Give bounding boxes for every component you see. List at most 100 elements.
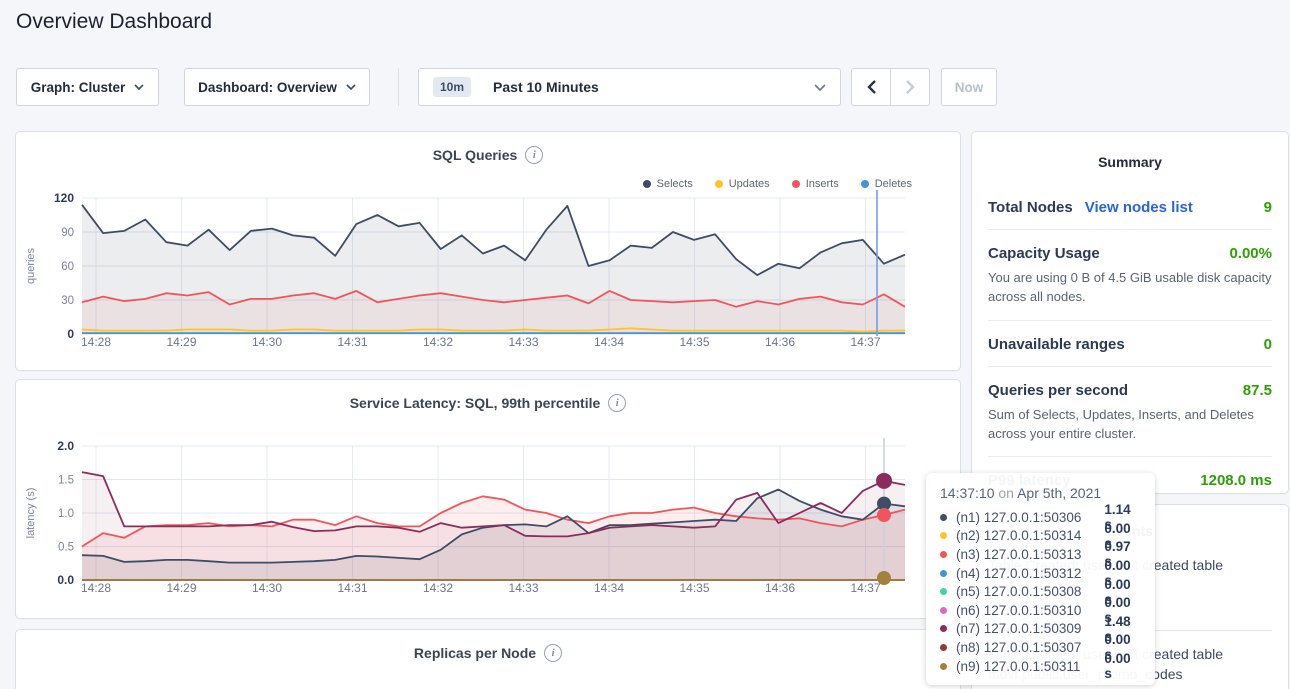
summary-title: Summary (988, 132, 1272, 170)
x-tick-label: 14:28 (81, 581, 111, 595)
graph-dropdown[interactable]: Graph: Cluster (16, 68, 159, 106)
x-tick-label: 14:29 (166, 335, 196, 349)
info-icon[interactable]: i (544, 644, 562, 662)
summary-row-total-nodes: Total Nodes View nodes list 9 (988, 184, 1272, 230)
y-axis-label: queries (25, 247, 37, 284)
service-latency-chart[interactable]: 0.00.51.01.52.014:2814:2914:3014:3114:32… (16, 430, 960, 606)
y-axis-label: latency (s) (25, 488, 37, 539)
x-tick-label: 14:33 (508, 581, 538, 595)
node-address: (n8) 127.0.0.1:50307 (956, 640, 1104, 655)
x-tick-label: 14:35 (679, 581, 709, 595)
node-address: (n5) 127.0.0.1:50308 (956, 584, 1104, 599)
p99-latency-value: 1208.0 ms (1200, 472, 1272, 489)
time-next-button[interactable] (890, 68, 930, 106)
hover-dot (877, 508, 891, 522)
x-tick-label: 14:34 (594, 335, 624, 349)
tooltip-timestamp: 14:37:10 on Apr 5th, 2021 (940, 485, 1141, 501)
hover-dot (876, 473, 892, 489)
chevron-right-icon (906, 80, 915, 94)
legend-dot (861, 180, 869, 188)
x-tick-label: 14:31 (337, 335, 367, 349)
y-tick-label: 1.5 (58, 475, 74, 487)
summary-panel: Summary Total Nodes View nodes list 9 Ca… (972, 132, 1288, 493)
y-tick-label: 2.0 (57, 439, 74, 453)
chevron-down-icon (814, 84, 826, 91)
legend-dot (643, 180, 651, 188)
service-latency-title: Service Latency: SQL, 99th percentile (350, 395, 601, 411)
x-tick-label: 14:30 (252, 581, 282, 595)
time-range-selector[interactable]: 10m Past 10 Minutes (418, 68, 841, 106)
sql-queries-chart[interactable]: 030609012014:2814:2914:3014:3114:3214:33… (16, 188, 960, 360)
time-prev-button[interactable] (851, 68, 891, 106)
node-address: (n1) 127.0.0.1:50306 (956, 510, 1104, 525)
series-dot (940, 625, 947, 632)
view-nodes-list-link[interactable]: View nodes list (1085, 199, 1193, 216)
node-address: (n7) 127.0.0.1:50309 (956, 621, 1104, 636)
series-dot (940, 663, 947, 670)
dashboard-dropdown[interactable]: Dashboard: Overview (184, 68, 370, 106)
info-icon[interactable]: i (608, 394, 626, 412)
y-tick-label: 120 (54, 191, 74, 205)
chevron-down-icon (346, 84, 356, 90)
y-tick-label: 30 (61, 295, 74, 307)
chevron-down-icon (134, 84, 144, 90)
node-address: (n2) 127.0.0.1:50314 (956, 528, 1104, 543)
x-tick-label: 14:28 (81, 335, 111, 349)
series-dot (940, 551, 947, 558)
node-address: (n4) 127.0.0.1:50312 (956, 566, 1104, 581)
x-tick-label: 14:37 (850, 581, 880, 595)
legend-dot (792, 180, 800, 188)
series-dot (940, 514, 947, 521)
series-dot (940, 644, 947, 651)
y-tick-label: 60 (61, 261, 74, 273)
qps-value: 87.5 (1243, 382, 1272, 399)
chart-hover-tooltip: 14:37:10 on Apr 5th, 2021 (n1) 127.0.0.1… (926, 473, 1155, 685)
qps-label: Queries per second (988, 382, 1128, 399)
x-tick-label: 14:37 (850, 335, 880, 349)
x-tick-label: 14:31 (337, 581, 367, 595)
sql-queries-title: SQL Queries (433, 147, 518, 163)
x-tick-label: 14:35 (679, 335, 709, 349)
capacity-usage-label: Capacity Usage (988, 245, 1100, 262)
sql-queries-header: SQL Queries i (16, 146, 960, 164)
capacity-usage-value: 0.00% (1229, 245, 1272, 262)
x-tick-label: 14:33 (508, 335, 538, 349)
series-dot (940, 607, 947, 614)
x-tick-label: 14:32 (423, 581, 453, 595)
y-tick-label: 0 (67, 327, 74, 341)
summary-row-capacity: Capacity Usage 0.00% You are using 0 B o… (988, 230, 1272, 321)
replicas-header: Replicas per Node i (16, 644, 960, 662)
capacity-usage-desc: You are using 0 B of 4.5 GiB usable disk… (988, 269, 1272, 307)
overview-dashboard-page: Overview Dashboard Graph: Cluster Dashbo… (0, 0, 1290, 689)
total-nodes-value: 9 (1264, 199, 1272, 216)
replicas-per-node-card: Replicas per Node i (16, 630, 960, 689)
toolbar-divider (398, 68, 399, 106)
time-range-badge: 10m (433, 77, 471, 97)
info-icon[interactable]: i (525, 146, 543, 164)
x-tick-label: 14:36 (765, 335, 795, 349)
page-title: Overview Dashboard (16, 10, 212, 34)
hover-dot (877, 571, 891, 585)
now-button[interactable]: Now (941, 68, 997, 106)
tooltip-rows: (n1) 127.0.0.1:503061.14 s(n2) 127.0.0.1… (940, 508, 1141, 675)
summary-row-qps: Queries per second 87.5 Sum of Selects, … (988, 367, 1272, 458)
x-tick-label: 14:34 (594, 581, 624, 595)
y-tick-label: 0.0 (57, 573, 74, 587)
summary-row-unavailable: Unavailable ranges 0 (988, 321, 1272, 367)
x-tick-label: 14:32 (423, 335, 453, 349)
qps-desc: Sum of Selects, Updates, Inserts, and De… (988, 406, 1272, 444)
dashboard-dropdown-label: Dashboard: Overview (198, 80, 337, 95)
series-dot (940, 532, 947, 539)
x-tick-label: 14:36 (765, 581, 795, 595)
series-fill-Selects (82, 205, 905, 334)
y-tick-label: 1.0 (58, 508, 74, 520)
tooltip-row: (n9) 127.0.0.1:503110.00 s (940, 657, 1141, 676)
chevron-left-icon (867, 80, 876, 94)
total-nodes-label: Total Nodes (988, 199, 1073, 216)
time-range-label: Past 10 Minutes (493, 79, 599, 95)
unavailable-ranges-value: 0 (1264, 336, 1272, 353)
node-address: (n3) 127.0.0.1:50313 (956, 547, 1104, 562)
unavailable-ranges-label: Unavailable ranges (988, 336, 1125, 353)
x-tick-label: 14:30 (252, 335, 282, 349)
latency-value: 0.00 s (1104, 651, 1141, 681)
